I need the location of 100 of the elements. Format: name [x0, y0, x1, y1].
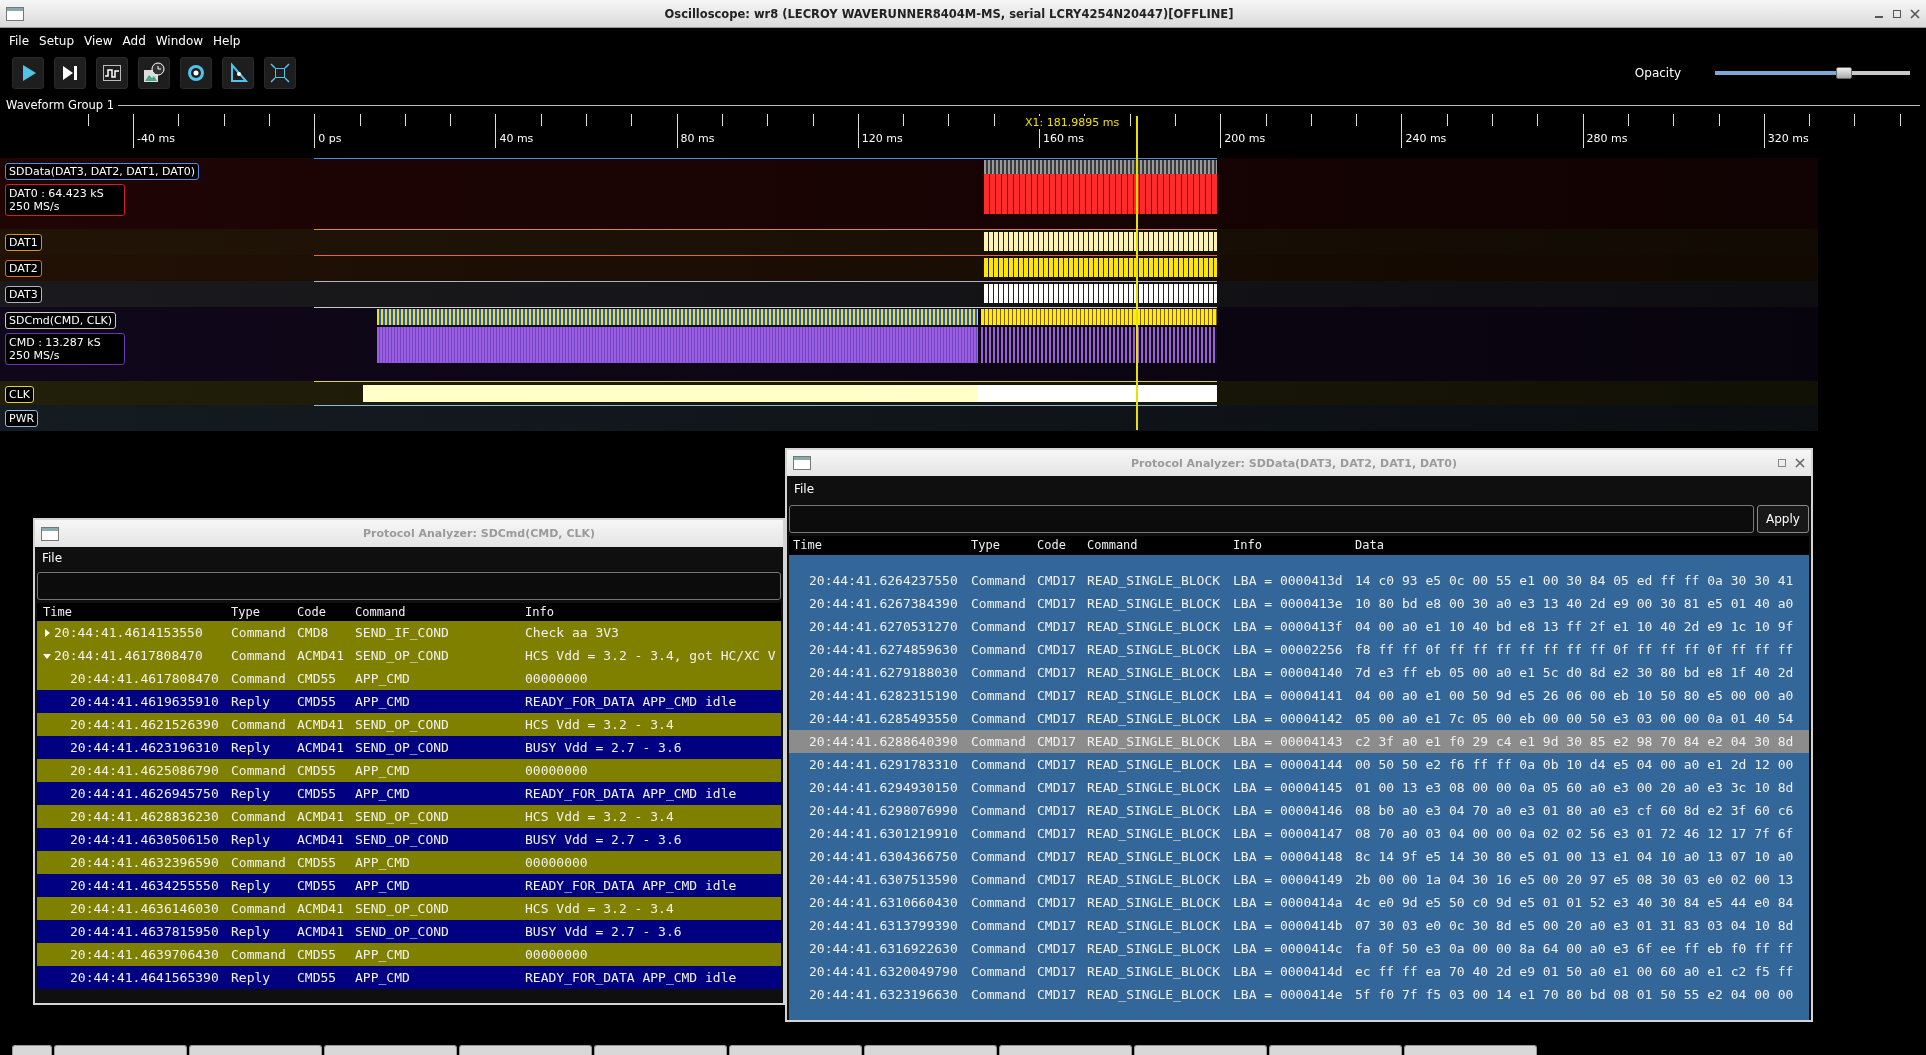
menu-item[interactable]: Window	[150, 32, 209, 50]
table-cell-text: 07 30 03 e0 0c 30 8d e5 00 20 a0 e3 01 31 83 03 04 10 8d	[1354, 917, 1795, 935]
filter-field[interactable]	[37, 572, 781, 600]
table-cell-text: ACMD41	[296, 923, 345, 941]
table-cell-text: LBA = 00004143	[1232, 733, 1344, 751]
column-header[interactable]: Info	[521, 603, 781, 621]
table-cell-text: CMD17	[1036, 894, 1078, 912]
play-button[interactable]	[12, 57, 44, 89]
table-cell-text: READY_FOR_DATA APP_CMD idle	[524, 693, 738, 711]
column-header[interactable]: Code	[293, 603, 351, 621]
column-header[interactable]: Time	[37, 603, 227, 621]
table-cell-text: READ_SINGLE_BLOCK	[1086, 802, 1222, 820]
taskbar-button[interactable]	[12, 1045, 52, 1055]
table-row[interactable]: 20:44:41.4621526390 Command ACMD41 SEND_OP_COND HCS Vdd = 3.2 - 3.4	[37, 713, 781, 736]
channel-label[interactable]: SDCmd(CMD, CLK)	[5, 312, 117, 329]
fit-button[interactable]	[264, 57, 296, 89]
table-row[interactable]: 20:44:41.4626945750 Reply CMD55 APP_CMD READY_FOR_DATA APP_CMD idle	[37, 782, 781, 805]
menu-item[interactable]: Setup	[34, 32, 80, 50]
table-cell-text: 20:44:41.4632396590	[70, 854, 219, 872]
table-row[interactable]: 20:44:41.4617808470 Command ACMD41 SEND_OP_COND HCS Vdd = 3.2 - 3.4, got HC/XC V	[37, 644, 781, 667]
column-header[interactable]: Type	[227, 603, 293, 621]
table-cell-text: READ_SINGLE_BLOCK	[1086, 963, 1222, 981]
table-row[interactable]: 20:44:41.4614153550 Command CMD8 SEND_IF_COND Check aa 3V3	[37, 621, 781, 644]
table-row[interactable]: 20:44:41.4628836230 Command ACMD41 SEND_OP_COND HCS Vdd = 3.2 - 3.4	[37, 805, 781, 828]
snapshot-button[interactable]	[138, 57, 170, 89]
maximize-icon[interactable]	[1892, 8, 1902, 19]
table-cell-text: LBA = 0000414c	[1232, 940, 1344, 958]
table-cell-text: APP_CMD	[354, 969, 411, 987]
table-cell-text: Reply	[230, 739, 272, 757]
table-cell-text: 20:44:41.6323196630	[808, 986, 959, 1004]
table-row[interactable]: 20:44:41.4632396590 Command CMD55 APP_CMD 00000000	[37, 851, 781, 874]
table-cell-text: CMD17	[1036, 986, 1078, 1004]
column-header[interactable]: Type	[967, 536, 1033, 555]
channel-label[interactable]: DAT3	[5, 286, 42, 303]
table-cell-text: CMD8	[296, 624, 330, 642]
caret-icon[interactable]	[43, 651, 51, 660]
table-row[interactable]: 20:44:41.4634255550 Reply CMD55 APP_CMD READY_FOR_DATA APP_CMD idle	[37, 874, 781, 897]
table-row[interactable]: 20:44:41.4630506150 Reply ACMD41 SEND_OP_COND BUSY Vdd = 2.7 - 3.6	[37, 828, 781, 851]
table-cell-text: Command	[230, 647, 287, 665]
step-button[interactable]	[54, 57, 86, 89]
table-cell-text: Command	[230, 762, 287, 780]
table-row[interactable]: 20:44:41.4636146030 Command ACMD41 SEND_OP_COND HCS Vdd = 3.2 - 3.4	[37, 897, 781, 920]
table-row[interactable]: 20:44:41.4637815950 Reply ACMD41 SEND_OP_COND BUSY Vdd = 2.7 - 3.6	[37, 920, 781, 943]
table-cell-text: Reply	[230, 923, 272, 941]
triangle-button[interactable]	[222, 57, 254, 89]
table-cell-text: LBA = 0000414e	[1232, 986, 1344, 1004]
fit-icon	[269, 62, 291, 84]
table-row[interactable]: 20:44:41.4623196310 Reply ACMD41 SEND_OP_COND BUSY Vdd = 2.7 - 3.6	[37, 736, 781, 759]
caret-icon[interactable]	[43, 628, 51, 637]
table-cell-text: READ_SINGLE_BLOCK	[1086, 871, 1222, 889]
channel-label[interactable]: DAT1	[5, 234, 42, 251]
table-row[interactable]: 20:44:41.4617808470 Command CMD55 APP_CMD 00000000	[37, 667, 781, 690]
table-cell-text: 20:44:41.4617808470	[54, 647, 203, 665]
table-cell-text: READ_SINGLE_BLOCK	[1086, 641, 1222, 659]
table-cell-text: 4c e0 9d e5 50 c0 9d e5 01 01 52 e3 40 30 84 e5 44 e0 84	[1354, 894, 1795, 912]
table-cell-text: Command	[230, 670, 287, 688]
table-cell-text: 20:44:41.4625086790	[70, 762, 219, 780]
table-cell-text: Reply	[230, 969, 272, 987]
menu-item[interactable]: File	[4, 32, 35, 50]
column-header[interactable]: Data	[1351, 536, 1809, 555]
table-cell-text: Reply	[230, 831, 272, 849]
channel-label[interactable]: DAT2	[5, 260, 42, 277]
maximize-icon[interactable]	[1777, 458, 1787, 468]
column-header[interactable]: Code	[1033, 536, 1083, 555]
tick-label: 120 ms	[861, 132, 903, 145]
table-cell-text: CMD17	[1036, 963, 1078, 981]
table-cell-text: 20:44:41.6301219910	[808, 825, 959, 843]
table-row[interactable]: 20:44:41.4625086790 Command CMD55 APP_CMD 00000000	[37, 759, 781, 782]
menu-item[interactable]: View	[79, 32, 118, 50]
table-cell-text: ACMD41	[296, 716, 345, 734]
close-icon[interactable]	[1910, 8, 1920, 19]
table-cell-text: Command	[970, 618, 1027, 636]
close-icon[interactable]	[1795, 458, 1805, 468]
column-header[interactable]: Command	[1083, 536, 1229, 555]
menu-item[interactable]: Help	[208, 32, 246, 50]
table-cell-text: READ_SINGLE_BLOCK	[1086, 756, 1222, 774]
target-button[interactable]	[180, 57, 212, 89]
table-cell-text: 00000000	[524, 946, 589, 964]
table-cell-text: SEND_OP_COND	[354, 831, 450, 849]
table-cell-text: LBA = 00004144	[1232, 756, 1344, 774]
table-cell-text: READ_SINGLE_BLOCK	[1086, 710, 1222, 728]
menu-item[interactable]: File	[789, 480, 820, 498]
channel-label[interactable]: SDData(DAT3, DAT2, DAT1, DAT0)	[5, 163, 199, 180]
apply-button[interactable]: Apply	[1757, 505, 1809, 533]
table-row[interactable]: 20:44:41.4639706430 Command CMD55 APP_CMD 00000000	[37, 943, 781, 966]
menu-item[interactable]: File	[37, 549, 68, 567]
filter-field[interactable]	[789, 505, 1754, 533]
table-row[interactable]: 20:44:41.4641565390 Reply CMD55 APP_CMD READY_FOR_DATA APP_CMD idle	[37, 966, 781, 989]
slider-thumb[interactable]	[1835, 67, 1852, 79]
menu-item[interactable]: Add	[117, 32, 151, 50]
channel-label[interactable]: PWR	[5, 410, 39, 427]
channel-label[interactable]: CLK	[5, 386, 35, 403]
table-cell-text: 20:44:41.4637815950	[70, 923, 219, 941]
waveform-button[interactable]	[96, 57, 128, 89]
column-header[interactable]: Command	[351, 603, 521, 621]
table-row[interactable]: 20:44:41.4619635910 Reply CMD55 APP_CMD READY_FOR_DATA APP_CMD idle	[37, 690, 781, 713]
table-cell-text: Reply	[230, 693, 272, 711]
column-header[interactable]: Info	[1229, 536, 1351, 555]
table-cell-text: 10 80 bd e8 00 30 a0 e3 13 40 2d e9 00 30 81 e5 01 40 a0	[1354, 595, 1795, 613]
column-header[interactable]: Time	[789, 536, 967, 555]
